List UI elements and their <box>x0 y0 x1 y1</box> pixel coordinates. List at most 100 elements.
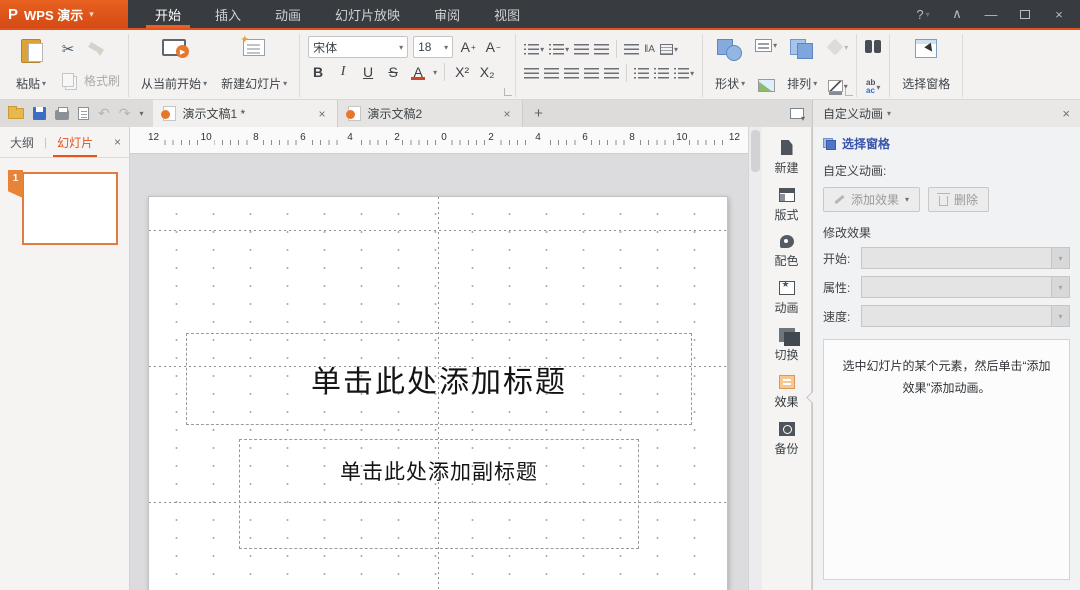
text-box-button[interactable]: ▾ <box>755 39 777 52</box>
shapes-dropdown-icon: ▾ <box>741 79 745 88</box>
text-box-direction-button[interactable]: ▾ <box>660 44 678 55</box>
panel-close-icon[interactable]: × <box>1062 106 1070 121</box>
font-size-select[interactable]: 18▾ <box>413 36 453 58</box>
font-name-select[interactable]: 宋体▾ <box>308 36 408 58</box>
numbering-button[interactable]: ▾ <box>549 44 569 55</box>
collapse-ribbon-button[interactable]: ∧ <box>942 3 972 25</box>
subtitle-placeholder[interactable]: 单击此处添加副标题 <box>239 439 639 549</box>
increase-indent-icon <box>594 44 609 55</box>
new-slide-button[interactable]: 新建幻灯片▾ <box>217 36 291 95</box>
right-toolbar-item[interactable]: 切换 <box>762 325 811 366</box>
copy-button[interactable] <box>56 69 80 91</box>
help-button[interactable]: ?▾ <box>908 3 938 25</box>
font-color-button[interactable]: A <box>408 62 428 82</box>
distribute-button[interactable] <box>604 68 619 79</box>
effect-field-select[interactable] <box>861 305 1070 327</box>
shapes-dialog-launcher[interactable] <box>845 88 853 96</box>
shapes-group: 形状▾ ▾ 排列▾ ▾ ▾ <box>703 34 857 97</box>
line-spacing-button[interactable] <box>634 68 649 79</box>
add-effect-button[interactable]: 添加效果 ▾ <box>823 187 920 212</box>
align-right-button[interactable] <box>564 68 579 79</box>
spacing-options-button[interactable]: ▾ <box>674 68 694 79</box>
document-tab[interactable]: 演示文稿2 × <box>338 100 523 127</box>
right-toolbar-item[interactable]: 备份 <box>762 419 811 460</box>
right-toolbar-item[interactable]: 新建 <box>762 137 811 179</box>
spacing-options-icon <box>674 68 689 79</box>
right-toolbar-item[interactable]: 版式 <box>762 185 811 226</box>
italic-button[interactable]: I <box>333 62 353 82</box>
right-toolbar-item[interactable]: 动画 <box>762 278 811 319</box>
redo-button[interactable]: ↷ <box>119 105 131 122</box>
align-left-button[interactable] <box>524 68 539 79</box>
decrease-indent-button[interactable] <box>574 44 589 55</box>
new-tab-button[interactable]: + <box>523 100 553 127</box>
tab-close-icon[interactable]: × <box>501 107 512 121</box>
minimize-button[interactable]: — <box>976 3 1006 25</box>
ruler-number: 0 <box>439 131 449 145</box>
undo-button[interactable]: ↶ <box>98 105 110 122</box>
replace-button[interactable]: abac ▾ <box>866 79 880 95</box>
open-button[interactable] <box>8 108 24 119</box>
paragraph-spacing-icon <box>654 68 669 79</box>
restore-button[interactable] <box>1010 3 1040 25</box>
ribbon-tab[interactable]: 幻灯片放映 <box>318 0 417 28</box>
align-center-button[interactable] <box>544 68 559 79</box>
shape-fill-button[interactable]: ▾ <box>827 39 848 55</box>
slides-panel-close-icon[interactable]: × <box>114 135 121 149</box>
tab-slides[interactable]: 幻灯片 <box>55 128 95 157</box>
right-toolbar-item[interactable]: 配色 <box>762 232 811 272</box>
print-button[interactable] <box>55 107 69 120</box>
text-direction-button[interactable]: ‖A <box>644 44 655 55</box>
ribbon-tab[interactable]: 审阅 <box>417 0 477 28</box>
find-button[interactable] <box>865 40 881 53</box>
bold-button[interactable]: B <box>308 62 328 82</box>
paragraph-mark-button[interactable] <box>624 44 639 55</box>
tab-close-icon[interactable]: × <box>316 107 327 121</box>
bullets-button[interactable]: ▾ <box>524 44 544 55</box>
scrollbar-thumb[interactable] <box>751 130 760 172</box>
app-menu-button[interactable]: P WPS 演示 ▾ <box>0 0 128 28</box>
tab-outline[interactable]: 大纲 <box>8 128 36 157</box>
play-from-current-button[interactable]: ▶ 从当前开始▾ <box>137 36 211 95</box>
panel-dropdown-icon[interactable]: ▾ <box>887 109 891 118</box>
justify-button[interactable] <box>584 68 599 79</box>
underline-button[interactable]: U <box>358 62 378 82</box>
ribbon-tab[interactable]: 视图 <box>477 0 537 28</box>
decrease-font-button[interactable]: A− <box>483 37 503 57</box>
ruler-number: 6 <box>298 131 308 145</box>
cut-button[interactable]: ✂ <box>56 38 80 60</box>
qat-customize-dropdown-icon[interactable]: ▾ <box>139 109 143 118</box>
tab-list-icon[interactable] <box>790 108 804 119</box>
selection-pane-button[interactable]: 选择窗格 <box>898 36 954 95</box>
paragraph-spacing-button[interactable] <box>654 68 669 79</box>
format-painter-button[interactable] <box>84 38 108 60</box>
title-placeholder[interactable]: 单击此处添加标题 <box>186 333 692 425</box>
ribbon-tab[interactable]: 插入 <box>198 0 258 28</box>
slide[interactable]: 单击此处添加标题 单击此处添加副标题 <box>148 196 728 590</box>
ribbon-tab[interactable]: 开始 <box>138 0 198 28</box>
print-preview-button[interactable] <box>78 107 89 120</box>
close-button[interactable]: × <box>1044 3 1074 25</box>
ribbon-tab[interactable]: 动画 <box>258 0 318 28</box>
increase-font-button[interactable]: A+ <box>458 37 478 57</box>
ruler-number: 12 <box>146 131 161 145</box>
increase-indent-button[interactable] <box>594 44 609 55</box>
subscript-button[interactable]: X₂ <box>477 62 497 82</box>
font-dialog-launcher[interactable] <box>504 88 512 96</box>
selection-pane-link[interactable]: 选择窗格 <box>823 135 1070 152</box>
shapes-button[interactable]: 形状▾ <box>711 36 749 95</box>
paste-button[interactable]: 粘贴▾ <box>12 36 50 95</box>
effect-field-select[interactable] <box>861 276 1070 298</box>
font-color-dropdown-icon[interactable]: ▾ <box>433 68 437 77</box>
insert-picture-button[interactable] <box>758 79 775 92</box>
right-toolbar-item[interactable]: 效果 <box>762 372 811 413</box>
delete-effect-button[interactable]: 删除 <box>928 187 989 212</box>
strikethrough-button[interactable]: S <box>383 62 403 82</box>
arrange-button[interactable]: 排列▾ <box>783 36 821 95</box>
vertical-scrollbar[interactable] <box>748 127 762 590</box>
slide-thumbnail[interactable]: 1 <box>22 172 129 245</box>
document-tab[interactable]: 演示文稿1 * × <box>153 100 338 127</box>
effect-field-select[interactable] <box>861 247 1070 269</box>
superscript-button[interactable]: X² <box>452 62 472 82</box>
save-button[interactable] <box>33 107 46 120</box>
